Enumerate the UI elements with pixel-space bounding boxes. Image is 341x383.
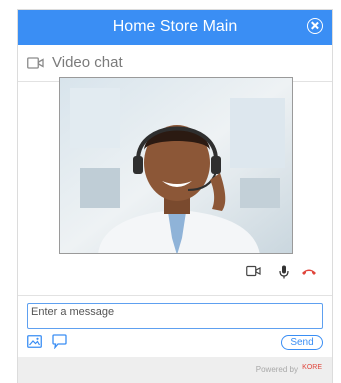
video-camera-icon: [27, 57, 44, 69]
chat-bubble-icon[interactable]: [52, 334, 67, 349]
close-icon[interactable]: [307, 18, 323, 34]
video-chat-label: Video chat: [52, 54, 123, 71]
hang-up-icon[interactable]: [301, 267, 317, 276]
widget-footer: Powered by KORE: [18, 357, 332, 383]
message-input[interactable]: Enter a message: [27, 303, 323, 329]
video-feed: [59, 77, 293, 254]
agent-video-image: [60, 78, 292, 253]
widget-header: Home Store Main: [18, 10, 332, 45]
powered-by-label: Powered by: [255, 365, 298, 374]
call-controls: [18, 265, 332, 281]
image-icon[interactable]: [27, 335, 42, 348]
header-title: Home Store Main: [112, 18, 238, 35]
send-button[interactable]: Send: [281, 335, 323, 350]
brand-logo: KORE: [302, 364, 322, 371]
composer-divider: [18, 295, 332, 296]
chat-widget: Home Store Main Video chat Enter a messa…: [17, 9, 333, 383]
microphone-icon[interactable]: [279, 265, 289, 279]
video-camera-icon[interactable]: [246, 265, 261, 277]
